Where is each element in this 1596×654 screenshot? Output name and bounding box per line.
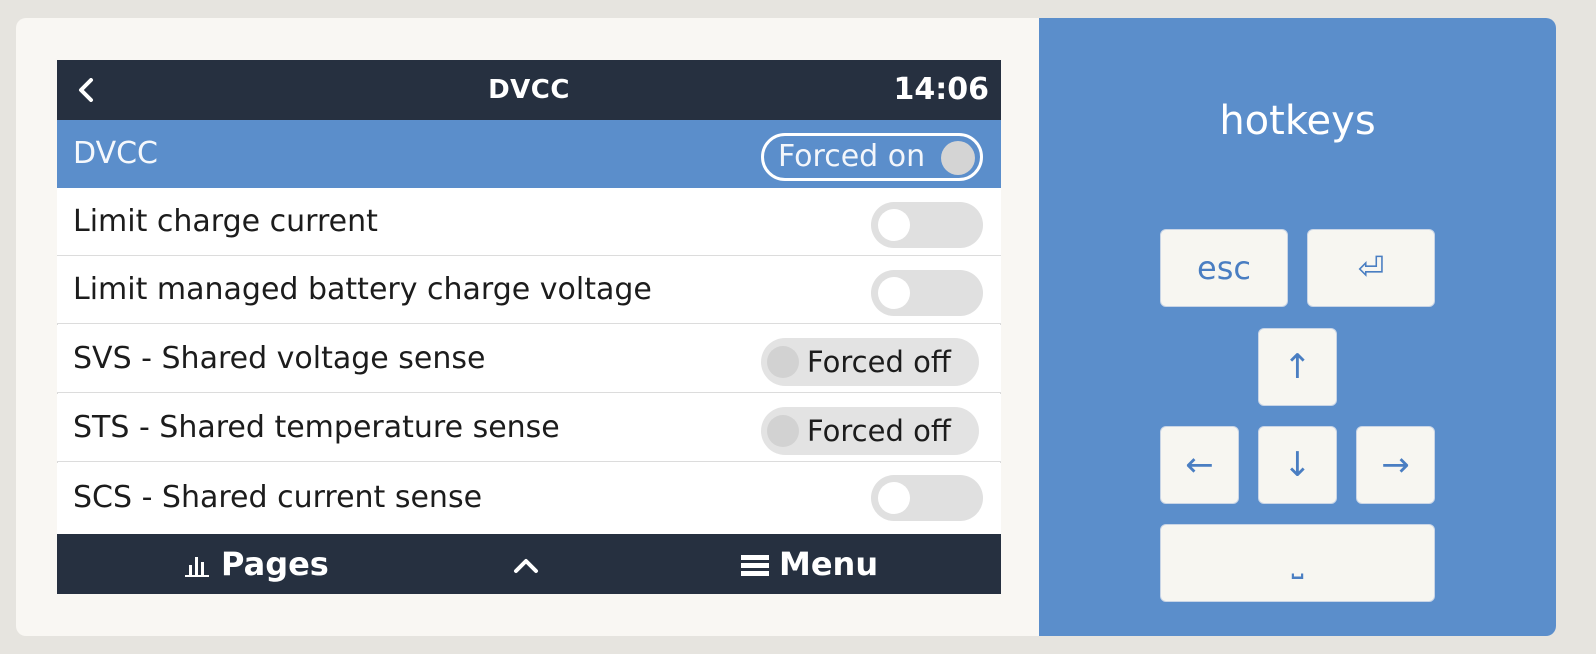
left-arrow-key[interactable]: ← bbox=[1160, 426, 1239, 504]
setting-label: SVS - Shared voltage sense bbox=[73, 341, 486, 376]
setting-row-sts[interactable]: STS - Shared temperature sense Forced of… bbox=[57, 394, 1001, 462]
bottom-bar: Pages Menu bbox=[57, 534, 1001, 594]
forced-off-pill[interactable]: Forced off bbox=[761, 338, 979, 386]
hotkeys-title: hotkeys bbox=[1219, 98, 1376, 144]
enter-key[interactable]: ⏎ bbox=[1307, 229, 1435, 307]
setting-row-scs[interactable]: SCS - Shared current sense bbox=[57, 463, 1001, 534]
hamburger-icon bbox=[741, 555, 769, 576]
toggle-knob bbox=[878, 277, 910, 309]
toggle-switch[interactable] bbox=[871, 475, 983, 521]
toggle-switch[interactable] bbox=[871, 270, 983, 316]
hotkeys-panel: hotkeys esc ⏎ ↑ ← ↓ → ⎵ bbox=[1039, 18, 1556, 636]
pill-text: Forced off bbox=[807, 345, 951, 379]
page-title: DVCC bbox=[488, 75, 570, 105]
chevron-up-icon[interactable] bbox=[511, 552, 541, 576]
esc-key[interactable]: esc bbox=[1160, 229, 1288, 307]
setting-label: Limit charge current bbox=[73, 204, 378, 239]
pages-button[interactable]: Pages bbox=[183, 534, 329, 594]
toggle-knob bbox=[767, 346, 799, 378]
forced-on-pill[interactable]: Forced on bbox=[761, 133, 983, 181]
enter-icon: ⏎ bbox=[1357, 249, 1385, 287]
menu-label: Menu bbox=[779, 545, 879, 583]
setting-label: STS - Shared temperature sense bbox=[73, 410, 560, 445]
arrow-right-icon: → bbox=[1381, 445, 1410, 485]
up-arrow-key[interactable]: ↑ bbox=[1258, 328, 1337, 406]
toggle-knob bbox=[767, 415, 799, 447]
setting-label: Limit managed battery charge voltage bbox=[73, 272, 652, 307]
arrow-left-icon: ← bbox=[1185, 445, 1214, 485]
setting-label: DVCC bbox=[73, 136, 158, 171]
pill-text: Forced off bbox=[807, 414, 951, 448]
pill-text: Forced on bbox=[778, 139, 926, 174]
right-arrow-key[interactable]: → bbox=[1356, 426, 1435, 504]
toggle-knob bbox=[941, 141, 975, 175]
setting-row-svs[interactable]: SVS - Shared voltage sense Forced off bbox=[57, 325, 1001, 393]
down-arrow-key[interactable]: ↓ bbox=[1258, 426, 1337, 504]
forced-off-pill[interactable]: Forced off bbox=[761, 407, 979, 455]
arrow-down-icon: ↓ bbox=[1283, 445, 1312, 485]
space-key[interactable]: ⎵ bbox=[1160, 524, 1435, 602]
toggle-switch[interactable] bbox=[871, 202, 983, 248]
top-bar: DVCC 14:06 bbox=[57, 60, 1001, 120]
menu-button[interactable]: Menu bbox=[741, 534, 878, 594]
setting-row-dvcc[interactable]: DVCC Forced on bbox=[57, 120, 1001, 188]
clock: 14:06 bbox=[893, 72, 990, 107]
bar-chart-icon bbox=[185, 557, 209, 577]
setting-row-limit-battery-voltage[interactable]: Limit managed battery charge voltage bbox=[57, 256, 1001, 324]
setting-label: SCS - Shared current sense bbox=[73, 480, 483, 515]
setting-row-limit-charge-current[interactable]: Limit charge current bbox=[57, 188, 1001, 256]
esc-key-label: esc bbox=[1197, 249, 1251, 287]
arrow-up-icon: ↑ bbox=[1283, 347, 1312, 387]
toggle-knob bbox=[878, 209, 910, 241]
pages-label: Pages bbox=[221, 545, 329, 583]
toggle-knob bbox=[878, 482, 910, 514]
space-icon: ⎵ bbox=[1291, 545, 1304, 580]
